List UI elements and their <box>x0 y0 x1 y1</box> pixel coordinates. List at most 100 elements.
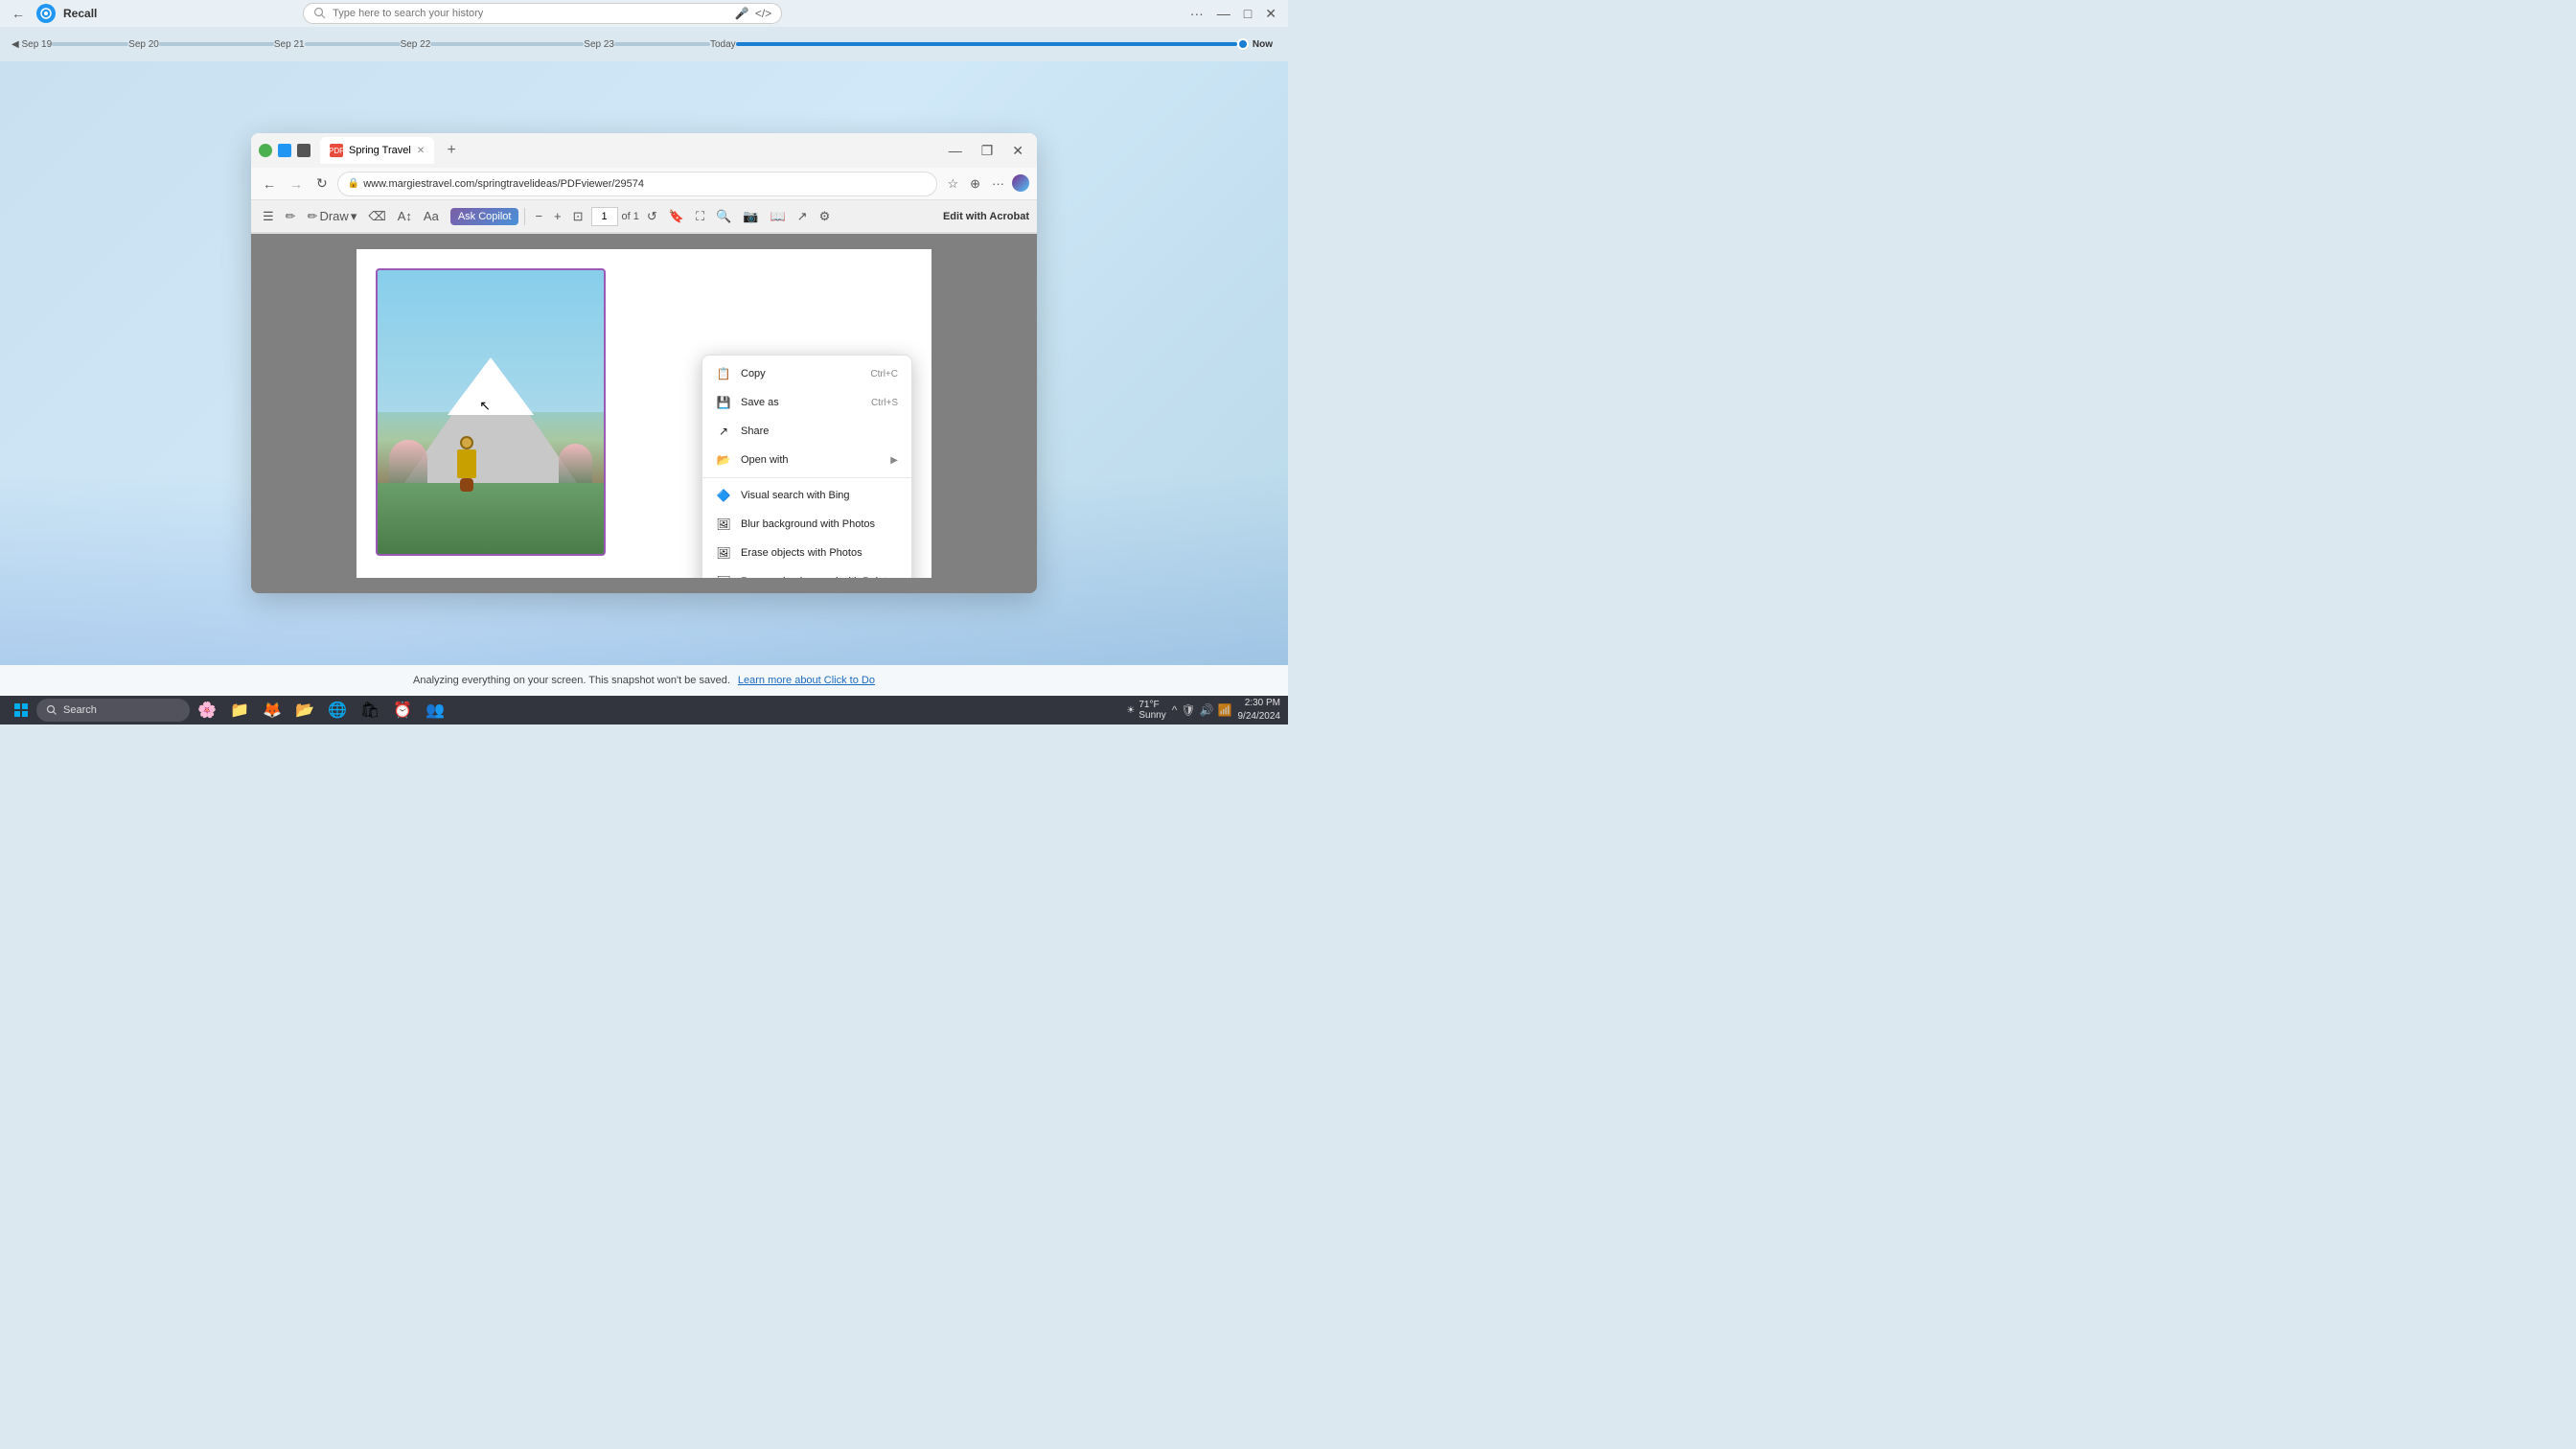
ask-copilot-button[interactable]: Ask Copilot <box>450 208 519 225</box>
browser-minimize-button[interactable]: — <box>943 141 968 161</box>
new-tab-button[interactable]: + <box>440 139 463 162</box>
collections-icon <box>278 144 291 157</box>
address-bar[interactable]: 🔒 www.margiestravel.com/springtravelidea… <box>337 172 938 196</box>
pdf-fullscreen-button[interactable]: ⛶ <box>692 207 708 226</box>
edge-profile-icon[interactable] <box>1012 174 1029 192</box>
timeline-segment-sep23[interactable] <box>614 42 710 46</box>
blur-icon: 🖼 <box>716 517 731 532</box>
menu-item-erase-obj[interactable]: 🖼 Erase objects with Photos <box>702 539 911 567</box>
info-text: Analyzing everything on your screen. Thi… <box>413 675 730 686</box>
taskbar-app-store[interactable]: 🛍 <box>355 695 385 725</box>
menu-item-remove-bg[interactable]: 🖼 Remove background with Paint <box>702 567 911 578</box>
tray-network-icon[interactable]: 📶 <box>1218 703 1232 717</box>
timeline-now-label[interactable]: Now <box>1249 39 1276 50</box>
pdf-annotation-button[interactable]: ✏ <box>282 207 300 226</box>
code-icon[interactable]: </> <box>755 7 771 20</box>
timeline-date-sep21[interactable]: Sep 21 <box>274 39 305 50</box>
pdf-bookmark-button[interactable]: 🔖 <box>665 207 688 226</box>
taskbar-app-edge[interactable]: 🌐 <box>322 695 353 725</box>
collections-add-icon[interactable]: ⊕ <box>966 174 984 194</box>
search-icon <box>313 7 327 20</box>
main-content-area: PDF Spring Travel ✕ + — ❐ ✕ ← → ↻ 🔒 www <box>0 61 1288 665</box>
timeline-date-sep19[interactable]: ◀ Sep 19 <box>12 39 52 50</box>
save-as-label: Save as <box>741 397 779 408</box>
pdf-rotate-button[interactable]: ↺ <box>643 207 661 226</box>
timeline-segment-sep22[interactable] <box>430 42 584 46</box>
timeline-date-sep22[interactable]: Sep 22 <box>401 39 431 50</box>
timeline-segment-sep20[interactable] <box>159 42 274 46</box>
taskbar-app-files[interactable]: 📁 <box>224 695 255 725</box>
browser-close-button[interactable]: ✕ <box>1006 141 1029 161</box>
timeline-today-label[interactable]: Today <box>710 39 736 50</box>
copy-label: Copy <box>741 368 766 380</box>
pdf-screenshot-button[interactable]: 📷 <box>739 207 762 226</box>
pdf-fit-button[interactable]: ⊡ <box>569 207 587 226</box>
pdf-page-number-input[interactable] <box>591 207 618 226</box>
taskbar-clock[interactable]: 2:30 PM 9/24/2024 <box>1238 697 1281 724</box>
pdf-content-area: ↖ Traveling in the spring brings a fresh… <box>251 234 1037 593</box>
weather-condition: Sunny <box>1138 710 1165 721</box>
paint-icon: 🖼 <box>716 574 731 578</box>
tray-security-icon[interactable]: 🛡 <box>1181 703 1195 717</box>
pdf-draw-button[interactable]: ✏ Draw ▾ <box>304 207 361 226</box>
more-options-button[interactable]: ··· <box>1186 4 1208 23</box>
pdf-zoom-out-button[interactable]: − <box>531 207 546 225</box>
pdf-text-button[interactable]: A↕ <box>394 207 416 225</box>
browser-title-bar: PDF Spring Travel ✕ + — ❐ ✕ <box>251 133 1037 168</box>
favorites-icon[interactable]: ☆ <box>943 174 962 194</box>
taskbar-app-recall[interactable]: ⏰ <box>387 695 418 725</box>
remove-bg-label: Remove background with Paint <box>741 576 886 578</box>
maximize-button[interactable]: □ <box>1240 4 1255 23</box>
menu-item-open-with[interactable]: 📂 Open with ▶ <box>702 446 911 474</box>
url-text: www.margiestravel.com/springtravelideas/… <box>363 178 644 190</box>
timeline-segment-sep19[interactable] <box>52 42 128 46</box>
pdf-share-button[interactable]: ↗ <box>794 207 812 226</box>
timeline-now-dot <box>1237 38 1249 50</box>
taskbar-app-firefox[interactable]: 🦊 <box>257 695 288 725</box>
tray-expand-icon[interactable]: ^ <box>1172 703 1178 717</box>
browser-refresh-button[interactable]: ↻ <box>312 173 332 194</box>
menu-item-share[interactable]: ↗ Share <box>702 417 911 446</box>
taskbar-app-widgets[interactable]: 🌸 <box>192 695 222 725</box>
pdf-search-button[interactable]: 🔍 <box>712 207 735 226</box>
history-search-bar[interactable]: 🎤 </> <box>303 3 782 24</box>
edit-with-acrobat-button[interactable]: Edit with Acrobat <box>943 211 1029 222</box>
timeline-segment-today[interactable] <box>736 42 1237 46</box>
recall-title: Recall <box>63 7 97 20</box>
timeline-date-sep23[interactable]: Sep 23 <box>584 39 614 50</box>
pdf-highlight-button[interactable]: Aa <box>420 207 443 225</box>
history-search-input[interactable] <box>333 8 729 19</box>
learn-more-link[interactable]: Learn more about Click to Do <box>738 675 875 686</box>
start-button[interactable] <box>8 697 34 724</box>
timeline-date-sep20[interactable]: Sep 20 <box>128 39 159 50</box>
browser-forward-button[interactable]: → <box>286 174 307 194</box>
save-as-icon: 💾 <box>716 395 731 410</box>
pdf-settings-button[interactable]: ⚙ <box>816 207 835 226</box>
taskbar-app-teams[interactable]: 👥 <box>420 695 450 725</box>
browser-tab-spring-travel[interactable]: PDF Spring Travel ✕ <box>320 137 434 164</box>
browser-more-button[interactable]: ··· <box>988 174 1008 194</box>
snow-cap <box>448 357 534 415</box>
timeline-segment-sep21[interactable] <box>305 42 401 46</box>
mic-icon[interactable]: 🎤 <box>735 7 749 20</box>
tray-speaker-icon[interactable]: 🔊 <box>1200 703 1214 717</box>
taskbar-app-file-explorer[interactable]: 📂 <box>289 695 320 725</box>
menu-item-blur-bg[interactable]: 🖼 Blur background with Photos <box>702 510 911 539</box>
pdf-zoom-in-button[interactable]: + <box>550 207 565 225</box>
pdf-immersive-button[interactable]: 📖 <box>766 207 789 226</box>
menu-item-copy[interactable]: 📋 Copy Ctrl+C <box>702 359 911 388</box>
tab-close-button[interactable]: ✕ <box>417 146 425 156</box>
menu-item-visual-search[interactable]: 🔷 Visual search with Bing <box>702 481 911 510</box>
close-button[interactable]: ✕ <box>1261 4 1280 24</box>
back-button[interactable]: ← <box>8 4 29 23</box>
pdf-eraser-button[interactable]: ⌫ <box>364 207 389 226</box>
weather-widget[interactable]: ☀ 71°F Sunny <box>1126 700 1165 721</box>
context-menu: 📋 Copy Ctrl+C 💾 Save as Ctrl+S ↗ Share <box>702 355 912 578</box>
browser-back-button[interactable]: ← <box>259 174 280 194</box>
minimize-button[interactable]: — <box>1213 4 1234 23</box>
pdf-list-view-button[interactable]: ☰ <box>259 207 278 226</box>
taskbar-search-box[interactable]: Search <box>36 699 190 722</box>
blur-bg-label: Blur background with Photos <box>741 518 875 530</box>
browser-restore-button[interactable]: ❐ <box>976 141 1000 161</box>
menu-item-save-as[interactable]: 💾 Save as Ctrl+S <box>702 388 911 417</box>
